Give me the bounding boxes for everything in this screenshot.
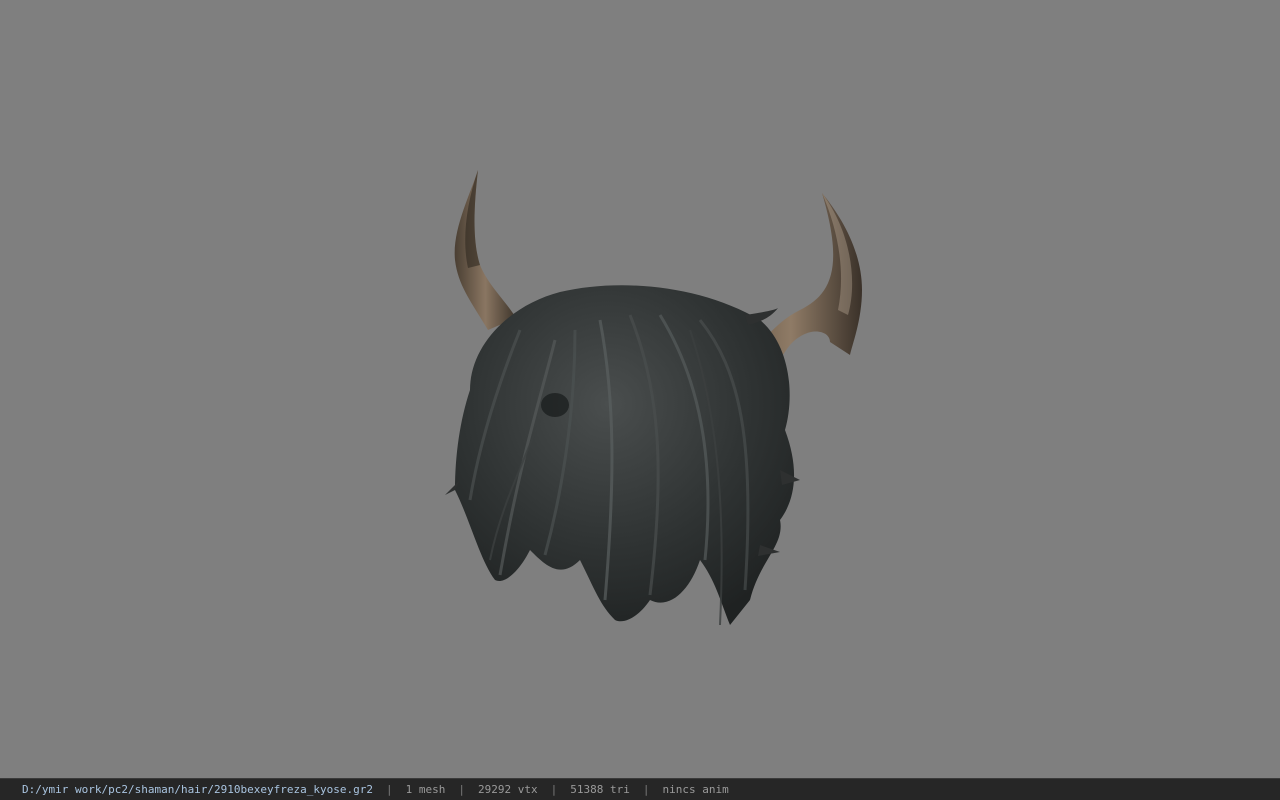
- left-horn: [454, 170, 516, 330]
- status-bar: D:/ymir work/pc2/shaman/hair/2910bexeyfr…: [0, 778, 1280, 800]
- mesh-count: 1 mesh: [405, 783, 446, 796]
- separator: |: [386, 783, 393, 796]
- separator: |: [642, 783, 650, 796]
- horned-hair-model[interactable]: [0, 0, 1280, 778]
- hair-mass: [445, 285, 800, 626]
- separator: |: [550, 783, 558, 796]
- separator: |: [458, 783, 465, 796]
- 3d-viewport[interactable]: [0, 0, 1280, 778]
- vertex-count: 29292 vtx: [478, 783, 538, 796]
- triangle-count: 51388 tri: [570, 783, 630, 796]
- anim-status: nincs anim: [662, 783, 729, 796]
- file-path: D:/ymir work/pc2/shaman/hair/2910bexeyfr…: [22, 783, 373, 796]
